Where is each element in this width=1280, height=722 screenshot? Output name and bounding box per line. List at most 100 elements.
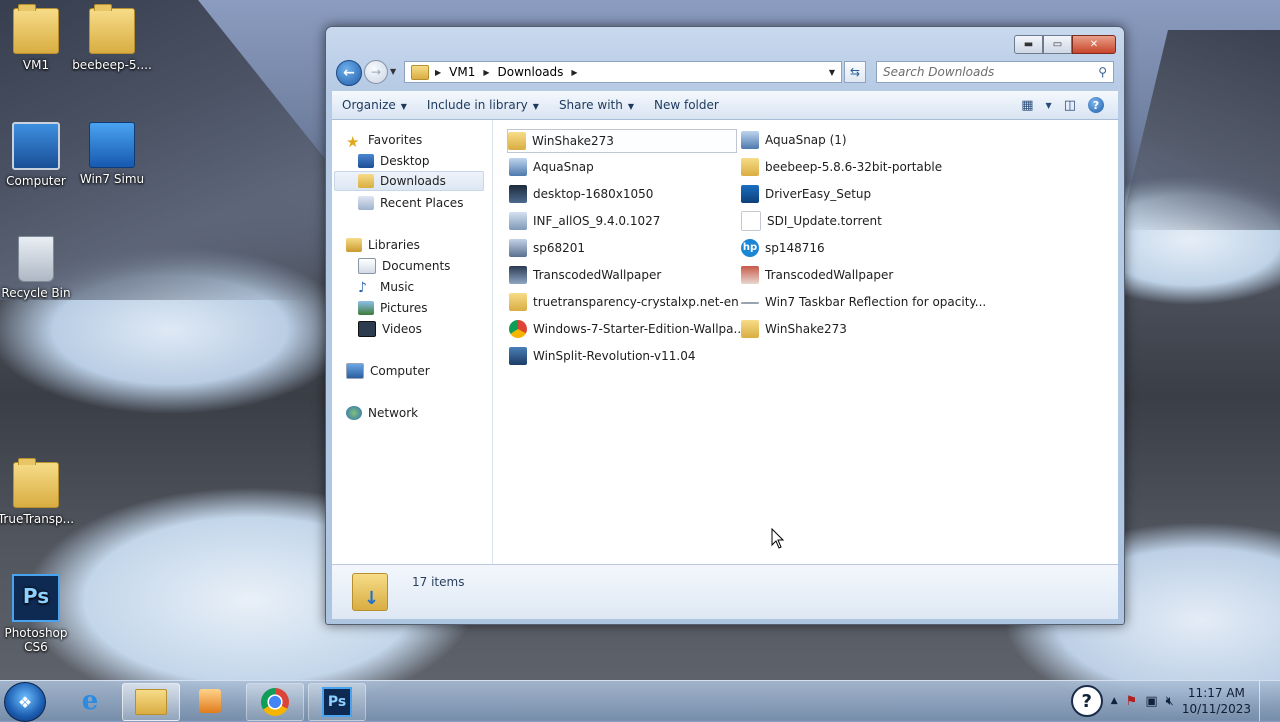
file-item[interactable]: sp68201 <box>509 237 585 259</box>
breadcrumb-separator-icon[interactable]: ▶ <box>481 68 491 77</box>
desktop-icon-win7simu[interactable]: Win7 Simu <box>72 122 152 186</box>
system-tray: ? ▲ ⚑ ▣ 🔇︎ 11:17 AM 10/11/2023 <box>1070 681 1270 721</box>
recent-pages-dropdown[interactable]: ▼ <box>390 67 396 76</box>
file-item[interactable]: WinSplit-Revolution-v11.04 <box>509 345 696 367</box>
new-folder-button[interactable]: New folder <box>644 98 729 112</box>
desktop-icon-computer[interactable]: Computer <box>0 122 76 188</box>
file-icon <box>741 301 759 304</box>
taskbar-ie[interactable]: e <box>62 683 118 719</box>
nav-label: Pictures <box>380 301 428 315</box>
file-item[interactable]: hp sp148716 <box>741 237 825 259</box>
minimize-button[interactable]: ▬ <box>1014 35 1043 54</box>
help-icon[interactable]: ? <box>1088 97 1104 113</box>
nav-documents[interactable]: Documents <box>358 256 450 276</box>
file-item[interactable]: WinShake273 <box>507 129 737 153</box>
taskbar-media-player[interactable] <box>182 683 238 719</box>
forward-button[interactable]: → <box>364 60 388 84</box>
file-name: AquaSnap <box>533 160 594 174</box>
desktop-icon-photoshop[interactable]: Ps Photoshop CS6 <box>0 574 76 654</box>
organize-menu[interactable]: Organize ▼ <box>332 98 417 112</box>
desktop-icon-vm1[interactable]: VM1 <box>0 4 76 72</box>
action-center-flag-icon[interactable]: ⚑ <box>1126 694 1138 709</box>
clock[interactable]: 11:17 AM 10/11/2023 <box>1182 685 1251 717</box>
desktop-icon-beebeep[interactable]: beebeep-5.... <box>72 4 152 72</box>
desktop-icon-label: TrueTransp... <box>0 512 75 526</box>
file-item[interactable]: Windows-7-Starter-Edition-Wallpa... <box>509 318 745 340</box>
image-icon <box>509 185 527 203</box>
nav-downloads[interactable]: Downloads <box>334 171 484 191</box>
close-button[interactable]: ✕ <box>1072 35 1116 54</box>
downloads-folder-icon <box>352 573 388 611</box>
nav-videos[interactable]: Videos <box>358 319 422 339</box>
nav-favorites[interactable]: ★ Favorites <box>346 130 422 151</box>
maximize-button[interactable]: ▭ <box>1043 35 1072 54</box>
include-in-library-menu[interactable]: Include in library ▼ <box>417 98 549 112</box>
search-box[interactable]: Search Downloads ⚲ <box>876 61 1114 83</box>
file-item[interactable]: AquaSnap (1) <box>741 129 847 151</box>
file-item[interactable]: DriverEasy_Setup <box>741 183 871 205</box>
nav-desktop[interactable]: Desktop <box>358 151 430 171</box>
address-dropdown-icon[interactable]: ▼ <box>823 68 841 77</box>
file-name: TranscodedWallpaper <box>765 268 894 282</box>
desktop-icon-recycle-bin[interactable]: Recycle Bin <box>0 236 76 300</box>
file-name: WinSplit-Revolution-v11.04 <box>533 349 696 363</box>
search-icon[interactable]: ⚲ <box>1092 65 1107 79</box>
file-item[interactable]: TranscodedWallpaper <box>509 264 661 286</box>
search-input[interactable]: Search Downloads <box>877 65 994 79</box>
back-button[interactable]: ← <box>336 60 362 86</box>
desktop-icon-label: Computer <box>6 174 66 188</box>
preview-pane-icon[interactable]: ◫ <box>1064 98 1076 113</box>
breadcrumb-vm1[interactable]: VM1 <box>443 65 481 79</box>
recycle-bin-icon <box>18 236 54 282</box>
show-desktop-button[interactable] <box>1259 681 1270 721</box>
file-item[interactable]: WinShake273 <box>741 318 847 340</box>
taskbar-explorer[interactable] <box>122 683 180 721</box>
file-item[interactable]: beebeep-5.8.6-32bit-portable <box>741 156 942 178</box>
nav-music[interactable]: ♪ Music <box>358 277 414 297</box>
volume-muted-icon[interactable]: 🔇︎ <box>1166 694 1174 709</box>
nav-computer[interactable]: Computer <box>346 361 430 381</box>
file-item[interactable]: truetransparency-crystalxp.net-en <box>509 291 739 313</box>
breadcrumb-downloads[interactable]: Downloads <box>492 65 570 79</box>
refresh-button[interactable]: ⇆ <box>844 61 866 83</box>
nav-recent-places[interactable]: Recent Places <box>358 193 463 213</box>
breadcrumb-separator-icon[interactable]: ▶ <box>433 68 443 77</box>
file-item[interactable]: desktop-1680x1050 <box>509 183 653 205</box>
explorer-window: ▬ ▭ ✕ ← → ▼ ▶ VM1 ▶ Downloads ▶ ▼ ⇆ Sear… <box>325 26 1125 625</box>
taskbar-photoshop[interactable]: Ps <box>308 683 366 721</box>
music-icon: ♪ <box>358 280 367 296</box>
file-name: desktop-1680x1050 <box>533 187 654 201</box>
share-with-menu[interactable]: Share with ▼ <box>549 98 644 112</box>
computer-icon <box>346 363 364 379</box>
file-item[interactable]: SDI_Update.torrent <box>741 210 882 232</box>
file-name: DriverEasy_Setup <box>765 187 872 201</box>
desktop-icon-truetransparency[interactable]: TrueTransp... <box>0 458 76 526</box>
installer-icon <box>509 347 527 365</box>
file-item[interactable]: AquaSnap <box>509 156 594 178</box>
file-name: beebeep-5.8.6-32bit-portable <box>765 160 943 174</box>
photoshop-icon: Ps <box>12 574 60 622</box>
organize-label: Organize <box>342 98 396 112</box>
network-status-icon[interactable]: ▣ <box>1145 694 1157 709</box>
help-icon[interactable]: ? <box>1070 685 1103 717</box>
drivereasy-icon <box>741 185 759 203</box>
nav-pictures[interactable]: Pictures <box>358 298 428 318</box>
view-options-icon[interactable]: ▦ <box>1021 98 1033 113</box>
folder-icon <box>135 689 167 715</box>
breadcrumb-separator-icon[interactable]: ▶ <box>569 68 579 77</box>
nav-network[interactable]: Network <box>346 403 418 423</box>
file-name: sp68201 <box>533 241 586 255</box>
view-dropdown-icon[interactable]: ▼ <box>1046 101 1052 110</box>
file-item[interactable]: TranscodedWallpaper <box>741 264 893 286</box>
show-hidden-icons-icon[interactable]: ▲ <box>1111 696 1118 706</box>
start-button[interactable]: ❖ <box>4 682 46 722</box>
taskbar-chrome[interactable] <box>246 683 304 721</box>
file-item[interactable]: INF_allOS_9.4.0.1027 <box>509 210 660 232</box>
zip-folder-icon <box>741 320 759 338</box>
downloads-folder-icon <box>358 174 374 188</box>
address-bar[interactable]: ▶ VM1 ▶ Downloads ▶ ▼ <box>404 61 842 83</box>
file-name: truetransparency-crystalxp.net-en <box>533 295 739 309</box>
nav-libraries[interactable]: Libraries <box>346 235 420 255</box>
file-name: SDI_Update.torrent <box>767 214 882 228</box>
file-item[interactable]: Win7 Taskbar Reflection for opacity... <box>741 291 986 313</box>
